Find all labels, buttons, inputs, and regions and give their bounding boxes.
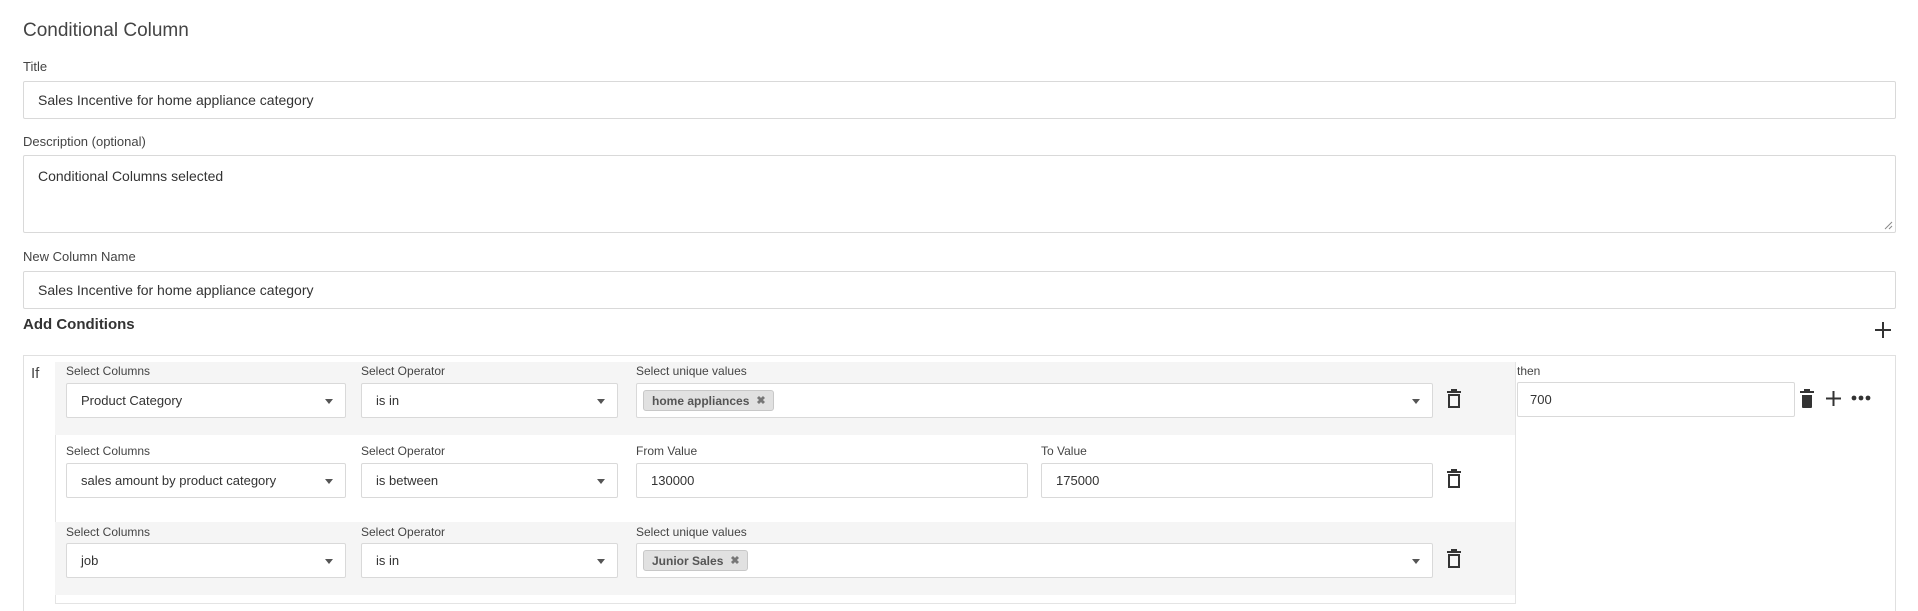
row2-operator-value: is between [376,473,439,488]
caret-down-icon [325,559,333,564]
row2-to-input[interactable]: 175000 [1041,463,1433,498]
description-textarea[interactable]: Conditional Columns selected [23,155,1896,233]
add-conditions-title: Add Conditions [23,316,135,333]
row3-values-label: Select unique values [636,525,747,539]
remove-tag-close-icon[interactable]: ✖ [756,394,765,407]
title-input[interactable]: Sales Incentive for home appliance categ… [23,81,1896,119]
then-value-input[interactable]: 700 [1517,382,1795,417]
row2-from-value: 130000 [651,473,695,488]
row1-operator-select[interactable]: is in [361,383,618,418]
caret-down-icon [325,399,333,404]
row3-operator-label: Select Operator [361,525,446,539]
row2-to-label: To Value [1041,444,1087,458]
value-tag: Junior Sales ✖ [643,550,748,571]
row1-values-multiselect[interactable]: home appliances ✖ [636,383,1433,418]
caret-down-icon [597,479,605,484]
row3-column-value: job [81,553,99,568]
then-label: then [1517,364,1541,378]
page-title: Conditional Column [23,20,189,41]
row1-values-label: Select unique values [636,364,747,378]
row1-column-label: Select Columns [66,364,151,378]
row2-column-label: Select Columns [66,444,151,458]
add-condition-plus-icon[interactable] [1873,320,1893,340]
row2-delete-trash-icon[interactable] [1446,469,1462,489]
caret-down-icon [1412,399,1420,404]
caret-down-icon [1412,559,1420,564]
new-column-name-label: New Column Name [23,249,136,264]
new-column-name-input[interactable]: Sales Incentive for home appliance categ… [23,271,1896,309]
then-value: 700 [1530,392,1552,407]
resize-handle-icon[interactable] [1884,221,1893,230]
row2-from-label: From Value [636,444,698,458]
row2-from-input[interactable]: 130000 [636,463,1028,498]
row3-column-select[interactable]: job [66,543,346,578]
remove-tag-close-icon[interactable]: ✖ [730,554,739,567]
value-tag-label: home appliances [652,393,750,408]
row3-operator-select[interactable]: is in [361,543,618,578]
caret-down-icon [325,479,333,484]
row3-column-label: Select Columns [66,525,151,539]
row3-operator-value: is in [376,553,400,568]
if-label: If [31,365,40,382]
value-tag-label: Junior Sales [652,553,724,568]
row2-operator-label: Select Operator [361,444,446,458]
row2-to-value: 175000 [1056,473,1100,488]
row3-values-multiselect[interactable]: Junior Sales ✖ [636,543,1433,578]
row1-operator-label: Select Operator [361,364,446,378]
more-options-ellipsis-icon[interactable] [1851,394,1871,402]
value-tag: home appliances ✖ [643,390,774,411]
new-column-name-value: Sales Incentive for home appliance categ… [38,282,314,298]
row1-delete-trash-icon[interactable] [1446,389,1462,409]
delete-condition-trash-icon[interactable] [1799,389,1815,409]
row2-column-select[interactable]: sales amount by product category [66,463,346,498]
caret-down-icon [597,399,605,404]
row1-column-select[interactable]: Product Category [66,383,346,418]
description-textarea-value: Conditional Columns selected [38,168,224,184]
title-input-value: Sales Incentive for home appliance categ… [38,92,314,108]
title-label: Title [23,59,48,74]
description-label: Description (optional) [23,134,146,149]
add-rule-plus-icon[interactable] [1825,390,1842,407]
caret-down-icon [597,559,605,564]
row2-operator-select[interactable]: is between [361,463,618,498]
row3-delete-trash-icon[interactable] [1446,549,1462,569]
row1-operator-value: is in [376,393,400,408]
row2-column-value: sales amount by product category [81,473,277,488]
row1-column-value: Product Category [81,393,183,408]
